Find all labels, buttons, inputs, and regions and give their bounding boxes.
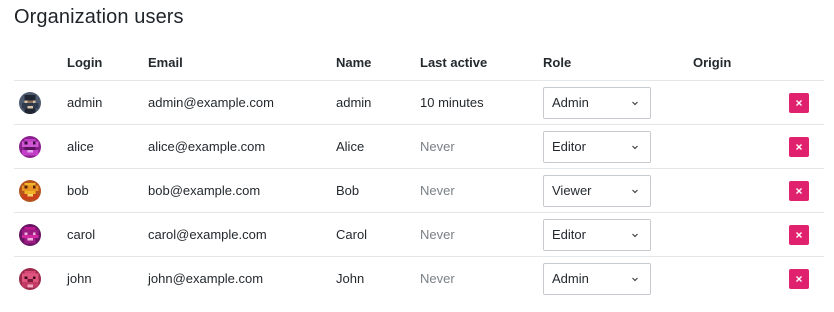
- chevron-down-icon: [632, 145, 638, 149]
- role-select-value: Admin: [552, 271, 589, 286]
- user-last-active: Never: [420, 124, 543, 169]
- user-origin: [693, 124, 787, 169]
- user-login: admin: [67, 80, 148, 125]
- organization-users-page: Organization users Login Email Name Last…: [0, 0, 834, 312]
- admin-avatar-icon: [19, 91, 41, 114]
- close-icon: [796, 275, 802, 282]
- user-login: carol: [67, 212, 148, 257]
- table-row: bob bob@example.com Bob Never Viewer: [14, 168, 824, 213]
- user-email: bob@example.com: [148, 168, 336, 213]
- column-header-role: Role: [543, 44, 693, 81]
- user-origin: [693, 168, 787, 213]
- role-select-value: Viewer: [552, 183, 592, 198]
- chevron-down-icon: [632, 277, 638, 281]
- user-email: john@example.com: [148, 271, 264, 286]
- column-header-email: Email: [148, 44, 336, 81]
- column-header-origin: Origin: [693, 44, 787, 81]
- role-select-value: Admin: [552, 95, 589, 110]
- user-login: alice: [67, 124, 148, 169]
- user-email: carol@example.com: [148, 212, 336, 257]
- user-last-active: Never: [420, 168, 543, 213]
- user-name: Bob: [336, 168, 420, 213]
- john-avatar-icon: [19, 267, 41, 290]
- column-header-name: Name: [336, 44, 420, 81]
- page-title: Organization users: [14, 6, 184, 28]
- close-icon: [796, 187, 802, 194]
- user-origin: [693, 257, 787, 301]
- table-row: alice alice@example.com Alice Never Edit…: [14, 124, 824, 169]
- chevron-down-icon: [632, 189, 638, 193]
- remove-user-button[interactable]: [789, 92, 809, 113]
- bob-avatar-icon: [19, 179, 41, 202]
- column-header-avatar: [14, 44, 67, 81]
- table-header-row: Login Email Name Last active Role Origin: [14, 44, 824, 81]
- users-table: Login Email Name Last active Role Origin: [14, 44, 824, 300]
- role-select-value: Editor: [552, 139, 586, 154]
- column-header-last-active: Last active: [420, 44, 543, 81]
- alice-avatar-icon: [19, 135, 41, 158]
- column-header-login: Login: [67, 44, 148, 81]
- table-row: carol carol@example.com Carol Never Edit…: [14, 212, 824, 257]
- user-origin: [693, 80, 787, 125]
- close-icon: [796, 143, 802, 150]
- close-icon: [796, 99, 802, 106]
- carol-avatar-icon: [19, 223, 41, 246]
- column-header-actions: [787, 44, 824, 81]
- remove-user-button[interactable]: [789, 180, 809, 201]
- user-login: john: [67, 271, 92, 286]
- user-name: John: [336, 271, 365, 286]
- user-last-active: Never: [420, 271, 455, 286]
- user-origin: [693, 212, 787, 257]
- user-email: alice@example.com: [148, 124, 336, 169]
- chevron-down-icon: [632, 233, 638, 237]
- chevron-down-icon: [632, 101, 638, 105]
- user-login: bob: [67, 168, 148, 213]
- table-row: admin admin@example.com admin 10 minutes…: [14, 80, 824, 125]
- remove-user-button[interactable]: [789, 224, 809, 245]
- user-name: Carol: [336, 212, 420, 257]
- remove-user-button[interactable]: [789, 268, 809, 289]
- close-icon: [796, 231, 802, 238]
- role-select-value: Editor: [552, 227, 586, 242]
- table-row: john john@example.com John Never Admin: [14, 257, 824, 301]
- role-select[interactable]: Viewer: [543, 174, 651, 207]
- user-last-active: Never: [420, 212, 543, 257]
- user-name: admin: [336, 80, 420, 125]
- remove-user-button[interactable]: [789, 136, 809, 157]
- role-select[interactable]: Admin: [543, 86, 651, 119]
- role-select[interactable]: Admin: [543, 262, 651, 295]
- user-name: Alice: [336, 124, 420, 169]
- user-email: admin@example.com: [148, 80, 336, 125]
- user-last-active: 10 minutes: [420, 80, 543, 125]
- role-select[interactable]: Editor: [543, 218, 651, 251]
- role-select[interactable]: Editor: [543, 130, 651, 163]
